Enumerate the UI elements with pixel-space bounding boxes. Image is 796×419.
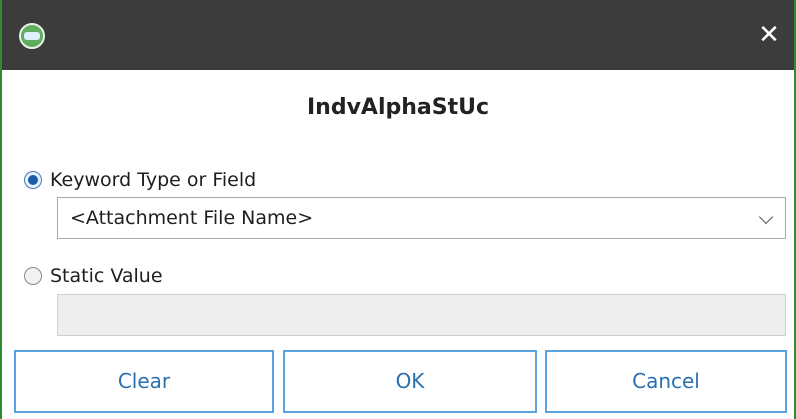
keyword-type-radio-row[interactable]: Keyword Type or Field — [24, 166, 256, 194]
static-value-radio-row[interactable]: Static Value — [24, 262, 163, 290]
dropdown-selected-value: <Attachment File Name> — [70, 207, 314, 229]
cancel-button[interactable]: Cancel — [545, 350, 787, 413]
keyword-type-radio[interactable] — [24, 171, 42, 189]
ok-button[interactable]: OK — [283, 350, 537, 413]
static-value-radio[interactable] — [24, 267, 42, 285]
keyword-type-label: Keyword Type or Field — [50, 169, 257, 191]
close-button[interactable]: ✕ — [752, 18, 786, 52]
dialog-title: IndvAlphaStUc — [306, 95, 490, 120]
static-value-label: Static Value — [50, 265, 163, 287]
static-value-input[interactable] — [57, 294, 786, 336]
keyword-type-dropdown[interactable]: <Attachment File Name> — [57, 197, 786, 239]
dialog-window: ✕ IndvAlphaStUc Keyword Type or Field <A… — [0, 0, 796, 419]
clear-button[interactable]: Clear — [14, 350, 274, 413]
title-bar: ✕ — [2, 0, 794, 70]
onbase-logo-icon — [19, 23, 45, 49]
chevron-down-icon — [758, 209, 774, 225]
